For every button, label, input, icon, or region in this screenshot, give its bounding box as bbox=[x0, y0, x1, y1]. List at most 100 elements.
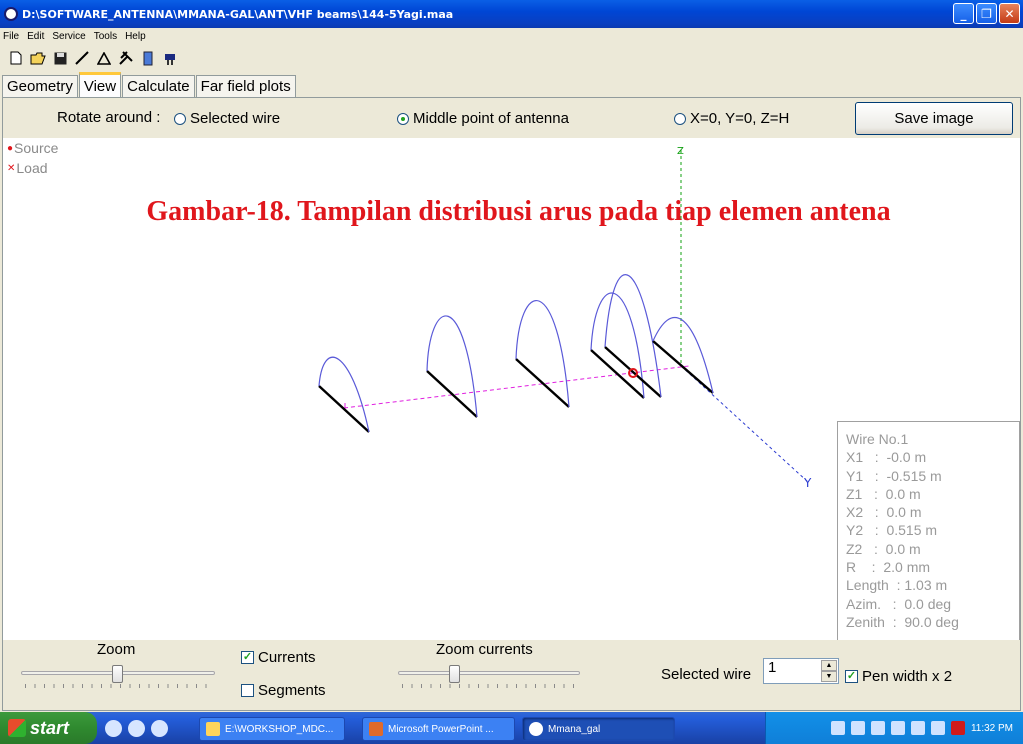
spinner-up-icon[interactable]: ▲ bbox=[821, 660, 837, 671]
system-tray: 11:32 PM bbox=[765, 712, 1023, 744]
element-1 bbox=[318, 385, 370, 433]
plug-icon[interactable] bbox=[162, 50, 178, 66]
element-2 bbox=[426, 370, 478, 418]
tray-shield-icon[interactable] bbox=[950, 721, 965, 735]
segments-checkbox[interactable]: Segments bbox=[241, 682, 326, 699]
triangle-icon[interactable] bbox=[96, 50, 112, 66]
menu-service[interactable]: Service bbox=[52, 31, 85, 42]
radio-middle-point[interactable]: Middle point of antenna bbox=[397, 110, 569, 127]
wire-info-z2: Z2 : 0.0 m bbox=[846, 540, 921, 557]
radio-dot bbox=[174, 112, 186, 125]
zoom-label: Zoom bbox=[97, 641, 136, 658]
zoom-currents-slider-track[interactable] bbox=[398, 671, 580, 675]
quick-launch bbox=[105, 719, 168, 737]
menu-edit[interactable]: Edit bbox=[27, 31, 44, 42]
wire-info-azimuth: Azim. : 0.0 deg bbox=[846, 595, 952, 612]
task-button-mmana[interactable]: Mmana_gal bbox=[522, 717, 675, 741]
app-icon[interactable] bbox=[4, 7, 18, 21]
tab-calculate[interactable]: Calculate bbox=[122, 75, 195, 97]
current-curve-1 bbox=[318, 356, 370, 433]
minimize-button[interactable]: _ bbox=[953, 3, 974, 24]
currents-label: Currents bbox=[258, 649, 316, 666]
checkbox-box: ✓ bbox=[845, 670, 858, 683]
save-disk-icon[interactable] bbox=[52, 50, 68, 66]
tab-geometry[interactable]: Geometry bbox=[2, 75, 78, 97]
tray-network-icon[interactable] bbox=[850, 721, 865, 735]
start-label: start bbox=[30, 717, 70, 738]
tools-icon[interactable] bbox=[118, 50, 134, 66]
rotate-bar: Rotate around : Selected wire Middle poi… bbox=[3, 98, 1020, 138]
zoom-currents-label: Zoom currents bbox=[436, 641, 533, 658]
rotate-label: Rotate around : bbox=[57, 109, 161, 126]
wire-info-length: Length : 1.03 m bbox=[846, 577, 948, 594]
tray-usb-icon[interactable] bbox=[890, 721, 905, 735]
tray-pen-icon[interactable] bbox=[830, 721, 845, 735]
menu-help[interactable]: Help bbox=[125, 31, 146, 42]
maximize-button[interactable]: ❐ bbox=[976, 3, 997, 24]
currents-checkbox[interactable]: ✓ Currents bbox=[241, 649, 316, 666]
tab-strip: Geometry View Calculate Far field plots bbox=[2, 72, 297, 97]
tray-arrow-icon[interactable] bbox=[910, 721, 925, 735]
selected-wire-value[interactable]: 1 bbox=[768, 659, 776, 676]
title-bar[interactable]: D:\SOFTWARE_ANTENNA\MMANA-GAL\ANT\VHF be… bbox=[0, 0, 1023, 28]
quick-launch-browser-icon[interactable] bbox=[105, 719, 122, 737]
segments-label: Segments bbox=[258, 682, 326, 699]
checkbox-box: ✓ bbox=[241, 651, 254, 664]
tray-antivirus-icon[interactable] bbox=[930, 721, 945, 735]
tab-far-field-plots[interactable]: Far field plots bbox=[195, 75, 296, 97]
mmana-window: D:\SOFTWARE_ANTENNA\MMANA-GAL\ANT\VHF be… bbox=[0, 0, 1023, 744]
close-button[interactable]: ✕ bbox=[999, 3, 1020, 24]
radio-label: Selected wire bbox=[190, 110, 281, 127]
menu-file[interactable]: File bbox=[3, 31, 19, 42]
tab-view[interactable]: View bbox=[78, 72, 122, 97]
zoom-currents-slider-thumb[interactable] bbox=[449, 665, 460, 683]
z-axis-label: Z bbox=[677, 146, 684, 157]
pen-width-checkbox[interactable]: ✓ Pen width x 2 bbox=[845, 668, 952, 685]
toolbar bbox=[0, 46, 1023, 70]
pen-width-label: Pen width x 2 bbox=[862, 668, 953, 685]
wire-info-y1: Y1 : -0.515 m bbox=[846, 467, 942, 484]
figure-caption: Gambar-18. Tampilan distribusi arus pada… bbox=[146, 196, 891, 227]
menu-tools[interactable]: Tools bbox=[94, 31, 117, 42]
task-label: Mmana_gal bbox=[548, 723, 601, 735]
wire-info-x2: X2 : 0.0 m bbox=[846, 504, 922, 521]
line-icon[interactable] bbox=[74, 50, 90, 66]
radio-origin[interactable]: X=0, Y=0, Z=H bbox=[674, 110, 789, 127]
wire-info-panel: Wire No.1 X1 : -0.0 m Y1 : -0.515 m Z1 :… bbox=[837, 421, 1020, 640]
open-folder-icon[interactable] bbox=[30, 50, 46, 66]
selected-wire-spinner[interactable]: 1 ▲ ▼ bbox=[763, 658, 839, 684]
task-button-powerpoint[interactable]: Microsoft PowerPoint ... bbox=[362, 717, 515, 741]
radio-selected-wire[interactable]: Selected wire bbox=[174, 110, 280, 127]
wire-info-x1: X1 : -0.0 m bbox=[846, 449, 927, 466]
wire-info-z1: Z1 : 0.0 m bbox=[846, 485, 921, 502]
current-curve-3 bbox=[515, 300, 570, 408]
task-label: Microsoft PowerPoint ... bbox=[388, 723, 494, 735]
task-label: E:\WORKSHOP_MDC... bbox=[225, 723, 334, 735]
selected-wire-label: Selected wire bbox=[661, 666, 752, 683]
zoom-slider-thumb[interactable] bbox=[112, 665, 123, 683]
task-button-explorer[interactable]: E:\WORKSHOP_MDC... bbox=[199, 717, 345, 741]
checkbox-box bbox=[241, 684, 254, 697]
wire-info-zenith: Zenith : 90.0 deg bbox=[846, 613, 959, 630]
radio-dot bbox=[397, 112, 409, 125]
tray-help-icon[interactable] bbox=[870, 721, 885, 735]
window-title: D:\SOFTWARE_ANTENNA\MMANA-GAL\ANT\VHF be… bbox=[22, 7, 454, 21]
quick-launch-ie-icon[interactable] bbox=[128, 719, 145, 737]
window-controls: _ ❐ ✕ bbox=[953, 3, 1020, 24]
spinner-down-icon[interactable]: ▼ bbox=[821, 671, 837, 682]
new-file-icon[interactable] bbox=[8, 50, 24, 66]
mmana-icon bbox=[529, 722, 543, 736]
y-axis bbox=[680, 365, 809, 483]
y-axis-label: Y bbox=[803, 476, 812, 490]
current-curve-2 bbox=[426, 315, 478, 418]
antenna-view-canvas[interactable]: ● Source ✕ Load Z Y Gambar-18. Tampilan … bbox=[3, 138, 1020, 640]
save-image-button[interactable]: Save image bbox=[855, 102, 1013, 135]
taskbar: start E:\WORKSHOP_MDC... Microsoft Power… bbox=[0, 712, 1023, 744]
quick-launch-media-icon[interactable] bbox=[151, 719, 168, 737]
clock[interactable]: 11:32 PM bbox=[971, 723, 1013, 734]
powerpoint-icon bbox=[369, 722, 383, 736]
book-icon[interactable] bbox=[140, 50, 156, 66]
zoom-slider-ticks bbox=[25, 684, 213, 688]
start-button[interactable]: start bbox=[0, 712, 97, 744]
spinner-arrows: ▲ ▼ bbox=[821, 660, 837, 682]
